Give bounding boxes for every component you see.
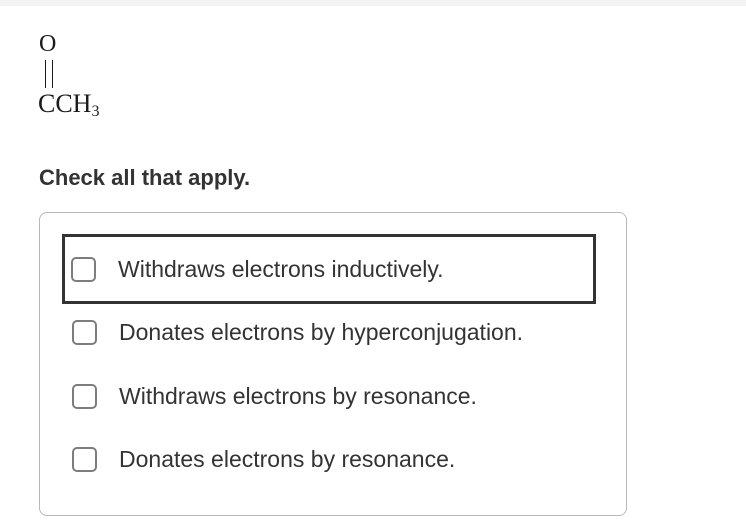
option-withdraws-inductively[interactable]: Withdraws electrons inductively. [62, 234, 596, 304]
oxygen-atom: O [39, 31, 57, 57]
chemical-structure-acetyl: O CCH3 [36, 30, 146, 130]
checkbox[interactable] [72, 319, 97, 345]
answer-options-group: Withdraws electrons inductively. Donates… [39, 212, 627, 516]
acetyl-group-subscript: 3 [91, 103, 100, 120]
double-bond [45, 60, 53, 88]
option-label: Withdraws electrons by resonance. [119, 383, 477, 409]
checkbox[interactable] [72, 383, 97, 409]
checkbox[interactable] [71, 256, 96, 282]
acetyl-group-main: CCH [38, 89, 92, 118]
checkbox[interactable] [72, 446, 97, 472]
option-label: Donates electrons by resonance. [119, 446, 456, 472]
option-label: Donates electrons by hyperconjugation. [119, 319, 524, 345]
instruction-text: Check all that apply. [39, 165, 251, 190]
top-strip [0, 0, 746, 6]
acetyl-group: CCH3 [38, 89, 99, 127]
option-label: Withdraws electrons inductively. [118, 256, 444, 282]
option-donates-hyperconjugation[interactable]: Donates electrons by hyperconjugation. [62, 297, 596, 367]
option-donates-resonance[interactable]: Donates electrons by resonance. [62, 424, 596, 494]
option-withdraws-resonance[interactable]: Withdraws electrons by resonance. [62, 361, 596, 431]
